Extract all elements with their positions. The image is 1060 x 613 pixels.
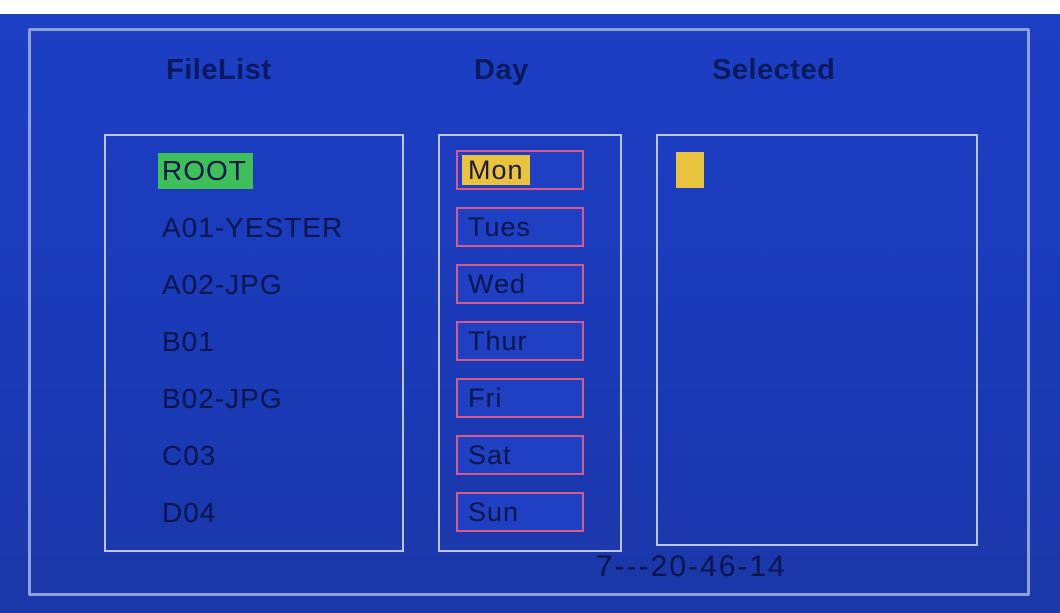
day-label: Sun xyxy=(468,497,520,527)
day-header: Day xyxy=(474,54,529,86)
selected-header: Selected xyxy=(712,54,836,86)
file-item-root[interactable]: ROOT xyxy=(158,153,253,189)
file-item-a02-jpg[interactable]: A02-JPG xyxy=(162,267,283,303)
day-button-thur[interactable]: Thur xyxy=(456,321,584,361)
day-label: Tues xyxy=(468,212,532,242)
file-item-d04[interactable]: D04 xyxy=(162,495,216,531)
selected-panel xyxy=(656,134,978,546)
day-panel: Mon Tues Wed Thur Fri Sat Sun xyxy=(438,134,622,552)
screen: FileList Day Selected ROOT A01-YESTER A0… xyxy=(0,14,1060,613)
file-item-b01[interactable]: B01 xyxy=(162,324,215,360)
file-item-a01-yester[interactable]: A01-YESTER xyxy=(162,210,343,246)
filelist-panel: ROOT A01-YESTER A02-JPG B01 B02-JPG C03 … xyxy=(104,134,404,552)
day-label: Sat xyxy=(468,440,512,470)
file-item-b02-jpg[interactable]: B02-JPG xyxy=(162,381,283,417)
filelist-header: FileList xyxy=(166,54,272,86)
day-button-sun[interactable]: Sun xyxy=(456,492,584,532)
day-button-mon[interactable]: Mon xyxy=(456,150,584,190)
file-item-c03[interactable]: C03 xyxy=(162,438,216,474)
day-button-fri[interactable]: Fri xyxy=(456,378,584,418)
footer-code: 7---20-46-14 xyxy=(596,550,787,583)
day-button-sat[interactable]: Sat xyxy=(456,435,584,475)
selected-slot-cursor[interactable] xyxy=(676,152,704,188)
day-label: Wed xyxy=(468,269,527,299)
day-label: Mon xyxy=(462,155,530,185)
day-label: Fri xyxy=(468,383,503,413)
day-label: Thur xyxy=(468,326,528,356)
day-button-tues[interactable]: Tues xyxy=(456,207,584,247)
day-button-wed[interactable]: Wed xyxy=(456,264,584,304)
